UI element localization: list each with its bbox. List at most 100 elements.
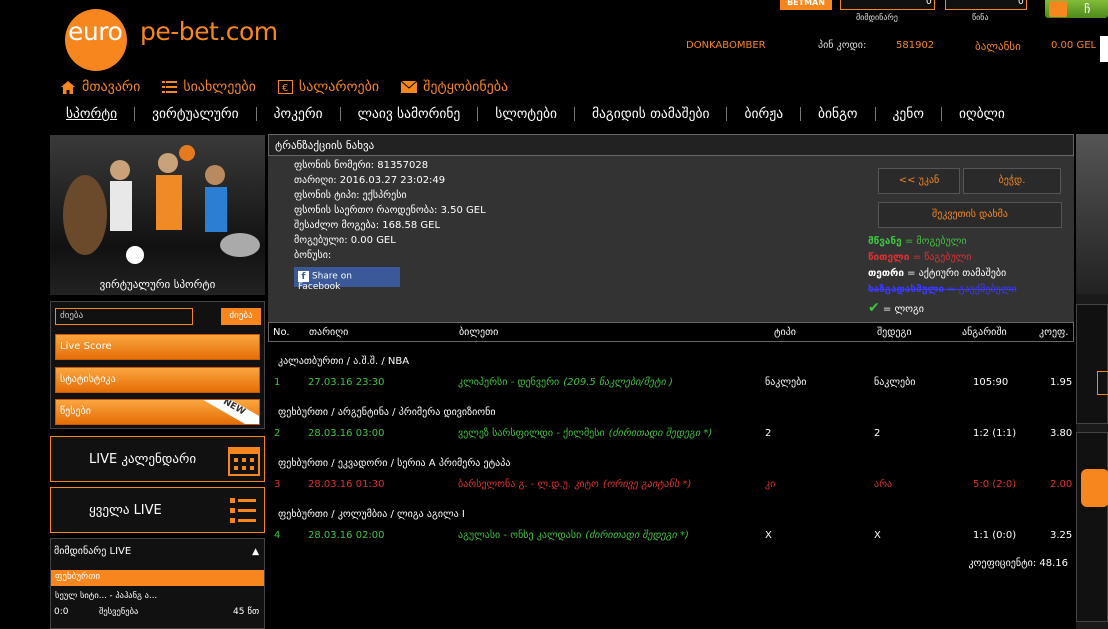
tools-panel: ძიება ძიება Live Score სტატისტიკა წესები… [50,301,265,429]
bet-row[interactable]: 2 28.03.16 03:00 ველეზ სარსფილდი - ქილმესი… [268,428,1074,442]
bet-odd: 3.80 [1050,428,1073,439]
tab-luck[interactable]: იღბლი [942,106,1022,122]
right-sidebar [1076,134,1108,629]
bet-match-name: აგულასი - ონსე კალდასი [458,530,582,541]
legend-cancelled: ხაზგადასმული = გაუქმებული [868,284,1017,295]
right-banner[interactable] [1076,134,1108,294]
side-tab[interactable] [1100,36,1108,62]
ticket-won: მოგებული: 0.00 GEL [294,235,396,246]
tab-table-games[interactable]: მაგიდის თამაშები [575,106,727,122]
week-label: წინა [972,13,989,22]
bet-row[interactable]: 4 28.03.16 02:00 აგულასი - ონსე კალდასი (ძი… [268,530,1074,544]
print-button[interactable]: ბეჭდ. [963,168,1061,194]
all-live-button[interactable]: ყველა LIVE [50,487,265,533]
mail-icon [401,81,418,93]
calendar-icon [228,447,260,476]
pin-value: 581902 [896,40,935,51]
left-sidebar: ვირტუალური სპორტი ძიება ძიება Live Score… [50,135,265,629]
live-calendar-button[interactable]: LIVE კალენდარი [50,436,265,482]
league-title: კალათბურთი / ა.შ.შ. / NBA [278,356,410,367]
site-logo[interactable]: euro pe-bet.com [60,4,300,71]
search-button[interactable]: ძიება [221,308,261,325]
bet-date: 27.03.16 23:30 [308,377,385,388]
banner-caption: ვირტუალური სპორტი [99,278,216,291]
bet-odd: 2.00 [1050,479,1073,490]
search-input[interactable]: ძიება [55,308,193,325]
live-match-half: შესვენება [99,607,139,617]
nav-messages[interactable]: შეტყობინება [401,79,508,95]
bet-score: 5:0 (2:0) [973,479,1017,490]
ticket-type: ფსონის ტიპი: ექსპრესი [294,190,407,201]
bet-result: არა [874,479,893,490]
facebook-share-button[interactable]: f Share on Facebook [294,267,400,292]
tab-keno[interactable]: კენო [876,106,941,122]
tab-poker[interactable]: პოკერი [257,106,340,122]
ticket-stake: ფსონის საერთო რაოდენობა: 3.50 GEL [294,205,486,216]
logo-text-part2: pe-bet.com [140,17,278,46]
bet-score: 105:90 [973,377,1009,388]
legend-winner: ✔ = ლოგი [868,300,924,316]
current-live-panel: მიმდინარე LIVE ▲ ფეხბურთი სეულ სიტი... -… [50,538,265,629]
bets-table-header: No. თარიღი ბილეთი ტიპი შედეგი ანგარიში კ… [268,322,1074,342]
ticket-date: თარიღი: 2016.03.27 23:02:49 [294,175,446,186]
nav-home[interactable]: მთავარი [60,79,140,95]
list-icon [162,81,178,93]
bet-no: 1 [274,377,281,388]
league-title: ფეხბურთი / ეკვადორი / სერია A პრიმერა ეტ… [278,458,511,469]
tab-bingo[interactable]: ბინგო [801,106,875,122]
app-icon[interactable] [1081,469,1108,507]
cashier-icon: € [277,80,293,94]
right-panel [1076,304,1108,424]
bet-date: 28.03.16 03:00 [308,428,385,439]
bet-row[interactable]: 3 28.03.16 01:30 ბარსელონა გ. - ლ.დ.უ. კიტ… [268,479,1074,493]
main-nav: სპორტი ვირტუალური პოკერი ლაივ სამორინე ს… [64,103,1022,125]
promo-button[interactable]: ჩ [1045,0,1108,18]
legend-won: მწვანე = მოგებული [868,236,967,247]
bet-type: ნაკლები [765,377,807,388]
ticket-header: ტრანზაქციის ნახვა [268,134,1074,156]
tab-live-casino[interactable]: ლაივ სამორინე [341,106,478,122]
live-match-minute: 45 წთ [233,607,260,617]
nav-news[interactable]: სიახლეები [162,79,256,95]
nav-cashier[interactable]: € სალაროები [277,79,379,95]
right-panel-2 [1076,432,1108,622]
logo-text-part1: euro [68,17,123,46]
bet-odd: 1.95 [1050,377,1073,388]
tab-sport[interactable]: სპორტი [64,106,134,122]
bet-no: 2 [274,428,281,439]
copy-order-button[interactable]: შეკვეთის დახმა [878,202,1062,228]
bet-date: 28.03.16 01:30 [308,479,385,490]
statistics-button[interactable]: სტატისტიკა [55,367,260,393]
username[interactable]: DONKABOMBER [686,40,766,51]
check-icon: ✔ [868,300,880,316]
tab-slots[interactable]: სლოტები [478,106,574,122]
back-button[interactable]: << უკან [878,168,960,194]
bet-result: X [874,530,881,541]
rules-button[interactable]: წესები NEW [55,399,260,425]
legend-lost: წითელი = წაგებული [868,252,972,263]
tab-virtual[interactable]: ვირტუალური [135,106,256,122]
betman-label: BETMAN [780,0,832,10]
legend-active: თეთრი = აქტიური თამაშები [868,268,1007,279]
live-match-teams[interactable]: სეულ სიტი... - პაჰანგ ა... [55,591,157,601]
balance-label: ბალანსი [975,40,1021,53]
betman-widget: BETMAN 0 0 მიმდინარე წინა [780,0,1030,24]
current-live-title: მიმდინარე LIVE [54,546,132,557]
live-score-button[interactable]: Live Score [55,334,260,360]
bet-odd: 3.25 [1050,530,1073,541]
balance-value: 0.00 GEL [1051,40,1097,51]
bet-type: კი [765,479,776,490]
tab-exchange[interactable]: ბირჟა [727,106,800,122]
football-header[interactable]: ფეხბურთი [51,570,264,586]
home-icon [61,80,75,94]
bet-row[interactable]: 1 27.03.16 23:30 კლიპერსი - დენვერი (209.5 … [268,377,1074,391]
bet-type: X [765,530,772,541]
bet-market: (ორივე გაიტანს *) [602,479,692,490]
ticket-number: ფსონის ნომერი: 81357028 [294,160,429,171]
live-match-score: 0:0 [54,607,69,617]
current-label: მიმდინარე [856,13,898,22]
bet-match-name: კლიპერსი - დენვერი [458,377,560,388]
virtual-sports-banner[interactable]: ვირტუალური სპორტი [50,135,265,295]
ticket-info: ფსონის ნომერი: 81357028 თარიღი: 2016.03.… [268,156,1074,322]
collapse-icon[interactable]: ▲ [252,547,259,557]
